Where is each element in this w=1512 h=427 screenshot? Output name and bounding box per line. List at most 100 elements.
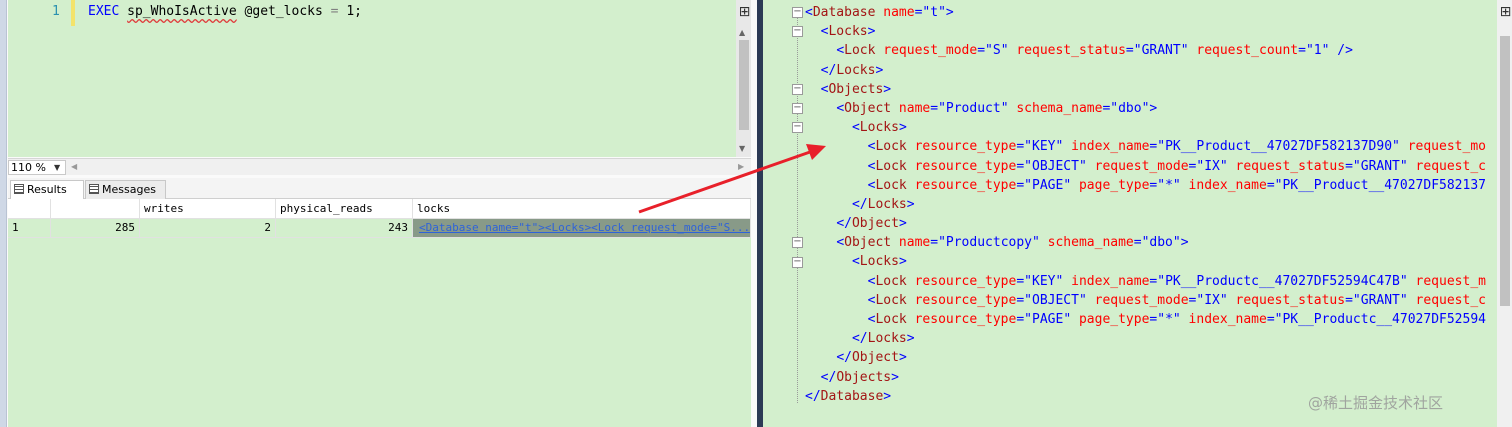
grid-header: writes physical_reads locks	[8, 199, 751, 219]
xml-punctuation: ">	[1172, 235, 1189, 251]
collapse-icon[interactable]: −	[792, 26, 803, 38]
xml-attribute-name: request_mo	[1399, 139, 1486, 155]
xml-tag-name: Object	[844, 235, 892, 251]
xml-line[interactable]: <Locks>	[805, 118, 1500, 137]
watermark-text: @稀土掘金技术社区	[1308, 394, 1444, 412]
xml-scroll-thumb[interactable]	[1500, 36, 1510, 306]
collapse-icon[interactable]: −	[792, 256, 803, 268]
xml-attribute-name: request_c	[1407, 158, 1486, 174]
locks-xml-link[interactable]: <Database name="t"><Locks><Lock request_…	[419, 221, 750, 234]
collapse-icon[interactable]: −	[792, 103, 803, 114]
xml-tag-name: Locks	[859, 120, 899, 136]
xml-punctuation: ="	[1016, 158, 1032, 174]
xml-punctuation: >	[867, 24, 876, 40]
xml-line[interactable]: <Lock resource_type="PAGE" page_type="*"…	[805, 176, 1500, 195]
xml-line[interactable]: </Objects>	[805, 368, 1500, 387]
xml-attribute-name: request_c	[1407, 292, 1486, 308]
xml-punctuation: ="	[1188, 158, 1205, 174]
xml-punctuation: >	[898, 254, 907, 270]
xml-line[interactable]: <Locks>	[805, 252, 1500, 271]
tab-messages[interactable]: Messages	[85, 180, 166, 199]
xml-attribute-name: index_name	[1063, 139, 1150, 155]
grid-header-physical-reads[interactable]: physical_reads	[276, 199, 413, 219]
xml-punctuation: ="	[1188, 292, 1205, 308]
xml-punctuation: </	[851, 196, 868, 212]
xml-line[interactable]: <Lock resource_type="PAGE" page_type="*"…	[805, 310, 1500, 329]
xml-line[interactable]: <Lock resource_type="KEY" index_name="PK…	[805, 272, 1500, 291]
xml-attribute-name: schema_name	[1039, 235, 1134, 251]
xml-attribute-name: resource_type	[906, 292, 1017, 308]
xml-attribute-name: index_name	[1063, 273, 1150, 289]
grid-header-writes[interactable]: writes	[140, 199, 276, 219]
xml-punctuation: ="	[930, 235, 946, 251]
scroll-down-icon[interactable]: ▼	[739, 144, 745, 153]
parameter-name: @get_locks	[244, 4, 323, 19]
xml-attribute-name: resource_type	[906, 273, 1017, 289]
xml-punctuation: ">	[938, 5, 954, 20]
xml-attribute-name: resource_type	[906, 177, 1017, 193]
xml-line[interactable]: </Locks>	[805, 61, 1500, 80]
xml-line[interactable]: <Database name="t">	[805, 3, 1500, 22]
scroll-right-icon[interactable]: ▶	[738, 162, 744, 171]
results-grid: writes physical_reads locks 1 285 2 243 …	[8, 199, 751, 427]
xml-attribute-name: schema_name	[1008, 100, 1103, 116]
xml-attribute-name: resource_type	[906, 158, 1017, 174]
scroll-left-icon[interactable]: ◀	[71, 162, 77, 171]
sql-keyword: EXEC	[88, 4, 120, 19]
split-editor-button[interactable]: ⊞	[1499, 4, 1512, 21]
xml-line[interactable]: </Object>	[805, 214, 1500, 233]
collapse-icon[interactable]: −	[792, 83, 803, 95]
xml-punctuation: <	[836, 235, 845, 251]
xml-line[interactable]: <Objects>	[805, 80, 1500, 99]
xml-attribute-name: name	[875, 5, 915, 20]
xml-line[interactable]: </Locks>	[805, 329, 1500, 348]
collapse-icon[interactable]: −	[792, 7, 803, 18]
xml-line[interactable]: <Lock resource_type="OBJECT" request_mod…	[805, 157, 1500, 176]
xml-attribute-name: resource_type	[906, 139, 1017, 155]
xml-punctuation: ="	[1149, 312, 1166, 327]
xml-punctuation: ="	[1016, 273, 1032, 289]
xml-line[interactable]: <Locks>	[805, 22, 1500, 41]
xml-attribute-value: dbo	[1118, 100, 1142, 116]
collapse-icon[interactable]: −	[792, 122, 803, 134]
table-cell-locks[interactable]: <Database name="t"><Locks><Lock request_…	[413, 219, 751, 238]
xml-tag-name: Lock	[875, 273, 907, 289]
row-number[interactable]: 1	[8, 219, 51, 238]
code-line[interactable]: EXEC sp_WhoIsActive @get_locks = 1;	[88, 4, 362, 19]
xml-line[interactable]: </Locks>	[805, 195, 1500, 214]
sql-editor[interactable]: 1 EXEC sp_WhoIsActive @get_locks = 1;	[8, 0, 736, 157]
outline-guide	[797, 14, 798, 403]
collapse-icon[interactable]: −	[792, 237, 803, 249]
xml-attribute-value: dbo	[1149, 235, 1173, 251]
xml-attribute-name: page_type	[1071, 177, 1150, 193]
xml-line[interactable]: </Object>	[805, 348, 1500, 367]
xml-punctuation: "	[1032, 235, 1040, 251]
xml-document[interactable]: <Database name="t"> <Locks> <Lock reques…	[805, 3, 1500, 403]
xml-line[interactable]: <Lock request_mode="S" request_status="G…	[805, 41, 1500, 60]
procedure-name: sp_WhoIsActive	[127, 4, 237, 19]
xml-tag-name: Lock	[875, 139, 907, 155]
table-cell[interactable]: 285	[51, 219, 140, 238]
tab-results[interactable]: Results	[10, 180, 84, 199]
table-cell-physical-reads[interactable]: 243	[276, 219, 413, 238]
outline-gutter: − − − − − − −	[763, 0, 803, 427]
xml-line[interactable]: <Object name="Productcopy" schema_name="…	[805, 233, 1500, 252]
xml-punctuation: ="	[930, 100, 946, 116]
xml-punctuation: "	[1399, 292, 1408, 308]
split-editor-button[interactable]: ⊞	[738, 4, 751, 21]
xml-attribute-value: IX	[1204, 292, 1220, 308]
xml-line[interactable]: <Object name="Product" schema_name="dbo"…	[805, 99, 1500, 118]
table-cell-writes[interactable]: 2	[140, 219, 276, 238]
xml-line[interactable]: <Lock resource_type="KEY" index_name="PK…	[805, 137, 1500, 156]
chevron-down-icon[interactable]: ▼	[54, 161, 60, 174]
grid-header-locks[interactable]: locks	[413, 199, 751, 219]
scroll-up-icon[interactable]: ▲	[739, 28, 745, 37]
editor-scroll-thumb[interactable]	[739, 40, 749, 130]
xml-line[interactable]: <Lock resource_type="OBJECT" request_mod…	[805, 291, 1500, 310]
results-tabs: Results Messages	[8, 178, 751, 199]
change-marker	[71, 0, 75, 26]
xml-tag-name: Objects	[828, 81, 884, 97]
zoom-select[interactable]: 110 % ▼	[8, 160, 66, 175]
xml-attribute-value: GRANT	[1141, 43, 1181, 59]
parameter-value: 1;	[346, 4, 362, 19]
